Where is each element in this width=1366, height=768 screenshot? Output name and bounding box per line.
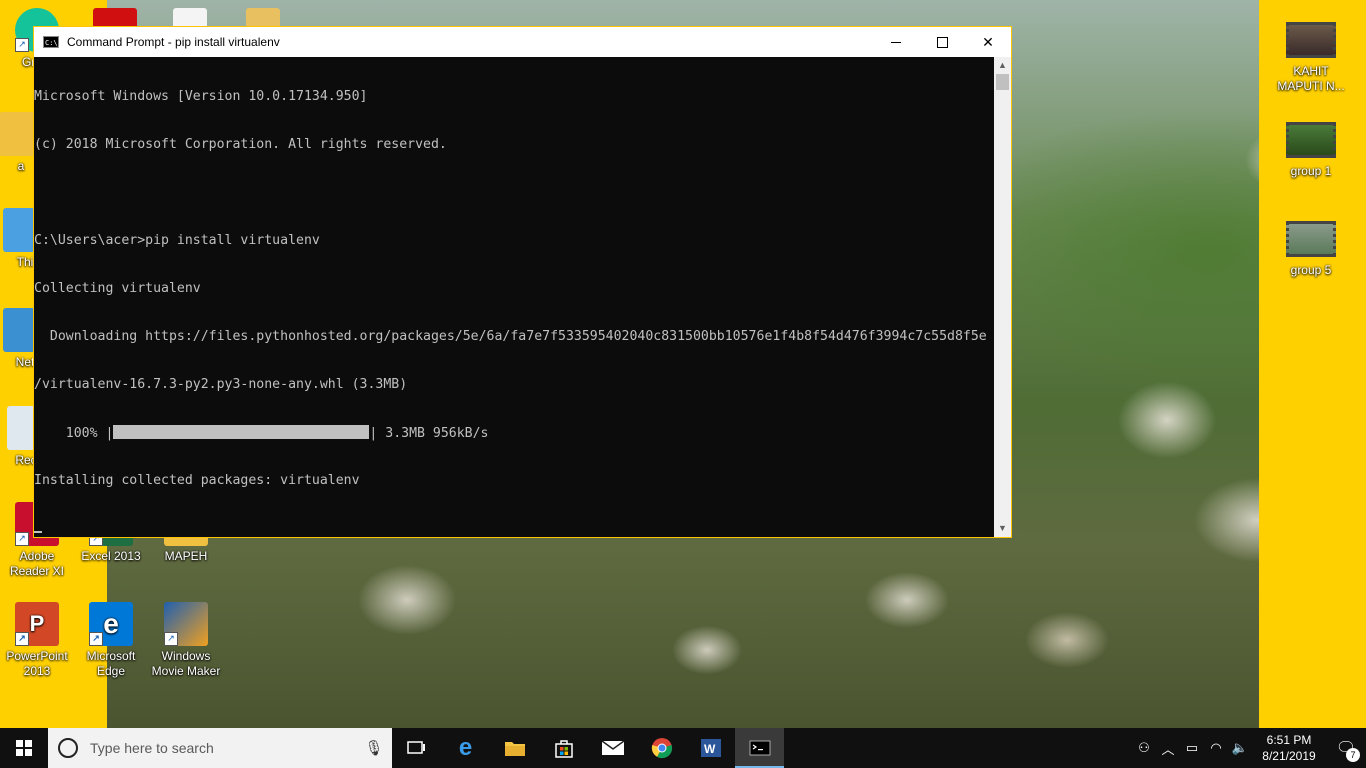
- console-line: C:\Users\acer>pip install virtualenv: [34, 233, 320, 248]
- clock-date: 8/21/2019: [1262, 749, 1316, 763]
- taskbar-file-explorer[interactable]: [490, 728, 539, 768]
- console-line: Installing collected packages: virtualen…: [34, 473, 360, 488]
- store-icon: [554, 740, 573, 758]
- movie-maker-icon: ↗: [164, 602, 208, 646]
- battery-icon[interactable]: ▭: [1180, 740, 1204, 756]
- shortcut-arrow-icon: ↗: [164, 632, 178, 646]
- volume-icon[interactable]: 🔈: [1228, 740, 1252, 756]
- taskbar-edge[interactable]: e: [441, 728, 490, 768]
- command-prompt-window[interactable]: C:\_ Command Prompt - pip install virtua…: [33, 26, 1012, 538]
- powerpoint-icon: P ↗: [15, 602, 59, 646]
- taskbar-word[interactable]: W: [686, 728, 735, 768]
- desktop-icon-label: Windows Movie Maker: [151, 649, 221, 678]
- command-prompt-icon: [749, 740, 770, 756]
- desktop-icon-label: Adobe Reader XI: [9, 549, 65, 578]
- desktop-icon-label: PowerPoint 2013: [6, 649, 68, 678]
- chrome-icon: [651, 738, 672, 759]
- video-file-icon: [1286, 122, 1336, 158]
- desktop-icon-movie-maker[interactable]: ↗ Windows Movie Maker: [151, 602, 221, 679]
- search-placeholder: Type here to search: [90, 740, 214, 756]
- shortcut-arrow-icon: ↗: [15, 632, 29, 646]
- desktop-icon-label: Microsoft Edge: [86, 649, 136, 678]
- desktop-icon-label: Net: [15, 355, 35, 369]
- shortcut-arrow-icon: ↗: [89, 632, 103, 646]
- start-button[interactable]: [0, 728, 48, 768]
- clock[interactable]: 6:51 PM 8/21/2019: [1252, 732, 1326, 764]
- desktop-icon-label: group 1: [1290, 164, 1332, 178]
- desktop-icon-powerpoint[interactable]: P ↗ PowerPoint 2013: [2, 602, 72, 679]
- minimize-button[interactable]: [873, 27, 919, 57]
- video-file-icon: [1286, 22, 1336, 58]
- desktop-icon-label: a: [17, 159, 25, 173]
- people-icon[interactable]: ⚇: [1132, 740, 1156, 756]
- action-center-button[interactable]: 🗨 7: [1326, 738, 1366, 762]
- console-output[interactable]: Microsoft Windows [Version 10.0.17134.95…: [34, 57, 995, 537]
- mail-icon: [601, 740, 624, 755]
- microphone-icon[interactable]: 🎙: [364, 739, 384, 757]
- task-view-button[interactable]: [392, 728, 441, 768]
- shortcut-arrow-icon: ↗: [15, 532, 29, 546]
- command-prompt-icon[interactable]: C:\_: [43, 36, 62, 48]
- desktop-icon-label: MAPEH: [164, 549, 208, 563]
- console-line: /virtualenv-16.7.3-py2.py3-none-any.whl …: [34, 377, 408, 392]
- progress-bar: [113, 425, 370, 439]
- windows-logo-icon: [16, 740, 32, 756]
- maximize-button[interactable]: [919, 27, 965, 57]
- clock-time: 6:51 PM: [1266, 733, 1312, 747]
- desktop-icon-group-1[interactable]: group 1: [1276, 122, 1346, 179]
- svg-text:W: W: [704, 742, 716, 756]
- desktop-icon-label: Thi: [16, 255, 34, 269]
- desktop-icon-edge[interactable]: e ↗ Microsoft Edge: [76, 602, 146, 679]
- console-line: Microsoft Windows [Version 10.0.17134.95…: [34, 89, 368, 104]
- window-title: Command Prompt - pip install virtualenv: [67, 35, 280, 49]
- console-line: (c) 2018 Microsoft Corporation. All righ…: [34, 137, 447, 152]
- edge-icon: e ↗: [89, 602, 133, 646]
- taskbar-command-prompt[interactable]: [735, 728, 784, 768]
- shortcut-arrow-icon: ↗: [15, 38, 29, 52]
- word-icon: W: [700, 739, 721, 757]
- system-tray: ⚇ ︿ ▭ ◠ 🔈 6:51 PM 8/21/2019 🗨 7: [1132, 728, 1366, 768]
- console-line: Collecting virtualenv: [34, 281, 201, 296]
- console-cursor-line: [34, 521, 995, 537]
- progress-suffix: | 3.3MB 956kB/s: [369, 426, 489, 441]
- taskbar-mail[interactable]: [588, 728, 637, 768]
- scroll-up-arrow-icon[interactable]: ▲: [994, 57, 1011, 74]
- taskbar-chrome[interactable]: [637, 728, 686, 768]
- desktop-icon-group-5[interactable]: group 5: [1276, 221, 1346, 278]
- wifi-icon[interactable]: ◠: [1204, 740, 1228, 756]
- text-cursor: [34, 531, 42, 533]
- console-line: Downloading https://files.pythonhosted.o…: [34, 329, 987, 344]
- progress-prefix: 100% |: [34, 426, 114, 441]
- taskbar-store[interactable]: [539, 728, 588, 768]
- desktop-icon-label: Excel 2013: [81, 549, 141, 563]
- folder-icon: [504, 742, 525, 756]
- chevron-up-icon[interactable]: ︿: [1156, 739, 1180, 758]
- scrollbar-thumb[interactable]: [996, 74, 1009, 90]
- scroll-down-arrow-icon[interactable]: ▼: [994, 520, 1011, 537]
- desktop-icon-label: group 5: [1290, 263, 1332, 277]
- video-file-icon: [1286, 221, 1336, 257]
- cortana-icon: [58, 738, 78, 758]
- vertical-scrollbar[interactable]: ▲ ▼: [994, 57, 1011, 537]
- search-box[interactable]: Type here to search 🎙: [48, 728, 392, 768]
- desktop-icon-kahit-maputi[interactable]: KAHIT MAPUTI N...: [1276, 22, 1346, 94]
- desktop-icon-label: KAHIT MAPUTI N...: [1277, 64, 1345, 93]
- title-bar[interactable]: C:\_ Command Prompt - pip install virtua…: [34, 27, 1011, 57]
- task-view-icon: [406, 741, 425, 754]
- taskbar: Type here to search 🎙 e W ⚇ ︿ ▭ ◠ 🔈 6:51…: [0, 728, 1366, 768]
- close-button[interactable]: ✕: [965, 27, 1011, 57]
- notification-count-badge: 7: [1346, 748, 1360, 762]
- progress-line: 100% | | 3.3MB 956kB/s: [34, 425, 995, 441]
- edge-icon: e: [458, 734, 473, 761]
